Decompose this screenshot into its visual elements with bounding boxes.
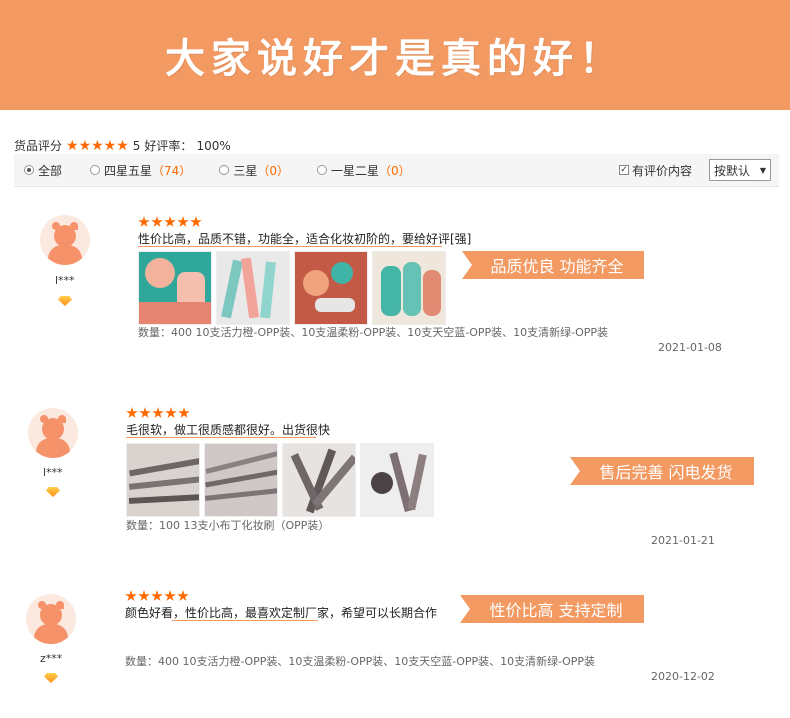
star-icon <box>151 590 163 601</box>
checkbox-icon[interactable]: ✓ <box>619 165 629 175</box>
comment-underline <box>126 437 316 438</box>
avatar <box>40 215 90 265</box>
star-icon <box>177 590 189 601</box>
sort-select[interactable]: 按默认 ▼ <box>709 159 771 181</box>
review-comment: 颜色好看，性价比高，最喜欢定制厂家，希望可以长期合作 <box>125 606 438 620</box>
filter-four-five-label: 四星五星 <box>104 163 153 178</box>
rating-score: 5 <box>132 138 141 153</box>
username: z*** <box>40 652 63 665</box>
review-stars <box>126 407 190 419</box>
highlight-tag: 品质优良 功能齐全 <box>462 251 644 279</box>
filter-one-two-label: 一星二星 <box>330 163 379 178</box>
review-photo[interactable] <box>126 443 200 517</box>
header-banner: 大家说好才是真的好！ <box>0 0 790 110</box>
highlight-tag: 售后完善 闪电发货 <box>570 457 754 485</box>
review-comment: 性价比高，品质不错，功能全，适合化妆初阶的，要给好评[强] <box>138 232 472 246</box>
vip-diamond-icon <box>44 673 58 683</box>
review-photo[interactable] <box>204 443 278 517</box>
radio-icon[interactable] <box>24 165 34 175</box>
review-photos <box>138 251 446 325</box>
review-photo[interactable] <box>138 251 212 325</box>
star-icon <box>165 407 177 418</box>
filter-four-five-star[interactable]: 四星五星 （74） <box>90 162 191 179</box>
username: l*** <box>43 466 63 479</box>
star-icon <box>139 407 151 418</box>
review-stars <box>138 216 202 228</box>
star-icon <box>151 216 163 227</box>
highlight-tag: 性价比高 支持定制 <box>460 595 644 623</box>
star-icon <box>152 407 164 418</box>
filter-all-label: 全部 <box>38 163 63 178</box>
review-photo[interactable] <box>294 251 368 325</box>
star-icon <box>178 407 190 418</box>
review-meta: 数量：400 10支活力橙-OPP装、10支温柔粉-OPP装、10支天空蓝-OP… <box>138 326 609 339</box>
filter-three-star[interactable]: 三星 （0） <box>219 162 289 179</box>
review-photo[interactable] <box>282 443 356 517</box>
radio-icon[interactable] <box>219 165 230 175</box>
filter-three-label: 三星 <box>233 163 258 178</box>
filter-four-five-count: （74） <box>152 163 192 178</box>
star-icon <box>164 590 176 601</box>
filter-has-content-label: 有评价内容 <box>632 163 693 178</box>
filter-has-content[interactable]: ✓ 有评价内容 <box>619 162 692 179</box>
rating-summary: 货品评分 ★★★★★ 5 好评率： 100% <box>14 137 231 154</box>
vip-diamond-icon <box>46 487 60 497</box>
star-icon <box>177 216 189 227</box>
dropdown-arrow-icon: ▼ <box>759 165 766 175</box>
radio-icon[interactable] <box>90 165 101 175</box>
review-photo[interactable] <box>360 443 434 517</box>
username: l*** <box>55 274 75 287</box>
star-icon <box>138 216 150 227</box>
review-comment: 毛很软，做工很质感都很好。出货很快 <box>126 423 331 437</box>
star-icon <box>126 407 138 418</box>
review-date: 2021-01-08 <box>658 341 722 354</box>
good-rate-value: 100% <box>196 138 231 153</box>
review-photos <box>126 443 434 517</box>
comment-underline <box>138 246 442 247</box>
sort-select-value: 按默认 <box>714 163 751 178</box>
filter-three-count: （0） <box>257 163 289 178</box>
review-date: 2020-12-02 <box>651 670 715 683</box>
review-photo[interactable] <box>216 251 290 325</box>
good-rate-label: 好评率： <box>144 139 193 153</box>
banner-title: 大家说好才是真的好！ <box>165 36 625 82</box>
star-icon <box>164 216 176 227</box>
avatar <box>26 594 76 644</box>
star-icon: ★★★★★ <box>66 137 129 154</box>
filter-one-two-star[interactable]: 一星二星 （0） <box>316 162 411 179</box>
review-stars <box>125 590 189 602</box>
review-meta: 数量：400 10支活力橙-OPP装、10支温柔粉-OPP装、10支天空蓝-OP… <box>125 655 596 668</box>
comment-underline <box>172 620 318 621</box>
radio-icon[interactable] <box>316 165 327 175</box>
review-meta: 数量：100 13支小布丁化妆刷（OPP装） <box>126 519 330 532</box>
filter-one-two-count: （0） <box>378 163 411 178</box>
review-filter-bar: 全部 四星五星 （74） 三星 （0） 一星二星 （0） ✓ 有评价内容 按默认… <box>14 154 779 187</box>
star-icon <box>125 590 137 601</box>
avatar <box>28 408 78 458</box>
review-date: 2021-01-21 <box>651 534 715 547</box>
filter-all[interactable]: 全部 <box>24 162 62 179</box>
rating-label: 货品评分 <box>14 139 63 153</box>
vip-diamond-icon <box>58 296 72 306</box>
star-icon <box>138 590 150 601</box>
review-photo[interactable] <box>372 251 446 325</box>
star-icon <box>190 216 202 227</box>
